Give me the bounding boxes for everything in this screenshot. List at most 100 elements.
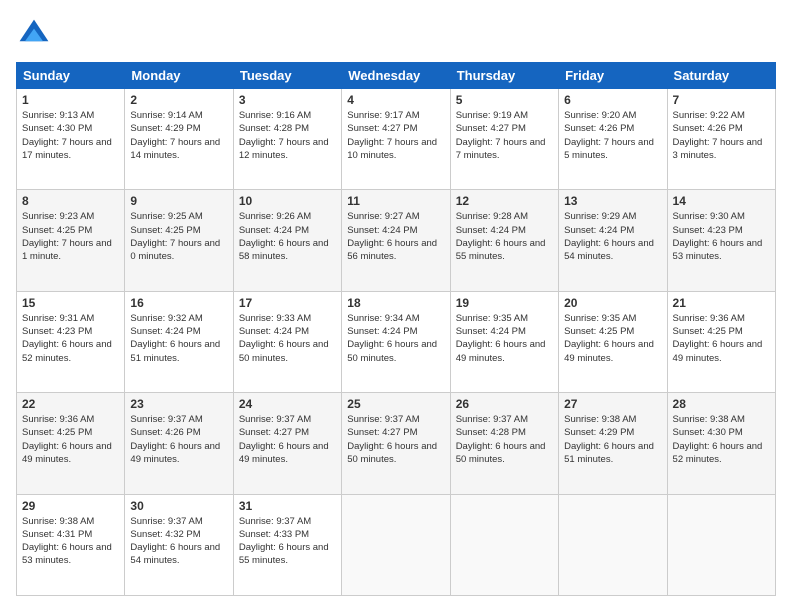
table-row: 24 Sunrise: 9:37 AM Sunset: 4:27 PM Dayl… — [233, 393, 341, 494]
day-info: Sunrise: 9:35 AM Sunset: 4:25 PM Dayligh… — [564, 312, 661, 365]
day-info: Sunrise: 9:27 AM Sunset: 4:24 PM Dayligh… — [347, 210, 444, 263]
table-row: 4 Sunrise: 9:17 AM Sunset: 4:27 PM Dayli… — [342, 89, 450, 190]
day-number: 2 — [130, 93, 227, 107]
day-number: 27 — [564, 397, 661, 411]
day-info: Sunrise: 9:20 AM Sunset: 4:26 PM Dayligh… — [564, 109, 661, 162]
day-number: 9 — [130, 194, 227, 208]
table-row: 19 Sunrise: 9:35 AM Sunset: 4:24 PM Dayl… — [450, 291, 558, 392]
day-info: Sunrise: 9:37 AM Sunset: 4:27 PM Dayligh… — [239, 413, 336, 466]
table-row — [342, 494, 450, 595]
day-info: Sunrise: 9:16 AM Sunset: 4:28 PM Dayligh… — [239, 109, 336, 162]
day-number: 13 — [564, 194, 661, 208]
table-row: 30 Sunrise: 9:37 AM Sunset: 4:32 PM Dayl… — [125, 494, 233, 595]
day-number: 11 — [347, 194, 444, 208]
table-row: 28 Sunrise: 9:38 AM Sunset: 4:30 PM Dayl… — [667, 393, 775, 494]
calendar-header-row: Sunday Monday Tuesday Wednesday Thursday… — [17, 63, 776, 89]
table-row: 10 Sunrise: 9:26 AM Sunset: 4:24 PM Dayl… — [233, 190, 341, 291]
day-info: Sunrise: 9:19 AM Sunset: 4:27 PM Dayligh… — [456, 109, 553, 162]
logo-icon — [16, 16, 52, 52]
day-number: 22 — [22, 397, 119, 411]
table-row: 14 Sunrise: 9:30 AM Sunset: 4:23 PM Dayl… — [667, 190, 775, 291]
table-row: 11 Sunrise: 9:27 AM Sunset: 4:24 PM Dayl… — [342, 190, 450, 291]
day-number: 23 — [130, 397, 227, 411]
logo — [16, 16, 58, 52]
table-row: 7 Sunrise: 9:22 AM Sunset: 4:26 PM Dayli… — [667, 89, 775, 190]
table-row: 17 Sunrise: 9:33 AM Sunset: 4:24 PM Dayl… — [233, 291, 341, 392]
table-row: 13 Sunrise: 9:29 AM Sunset: 4:24 PM Dayl… — [559, 190, 667, 291]
calendar-week-row: 1 Sunrise: 9:13 AM Sunset: 4:30 PM Dayli… — [17, 89, 776, 190]
header-sunday: Sunday — [17, 63, 125, 89]
day-number: 8 — [22, 194, 119, 208]
calendar-week-row: 29 Sunrise: 9:38 AM Sunset: 4:31 PM Dayl… — [17, 494, 776, 595]
day-number: 1 — [22, 93, 119, 107]
day-number: 21 — [673, 296, 770, 310]
day-number: 15 — [22, 296, 119, 310]
table-row: 26 Sunrise: 9:37 AM Sunset: 4:28 PM Dayl… — [450, 393, 558, 494]
header-thursday: Thursday — [450, 63, 558, 89]
table-row: 15 Sunrise: 9:31 AM Sunset: 4:23 PM Dayl… — [17, 291, 125, 392]
calendar-week-row: 8 Sunrise: 9:23 AM Sunset: 4:25 PM Dayli… — [17, 190, 776, 291]
day-info: Sunrise: 9:35 AM Sunset: 4:24 PM Dayligh… — [456, 312, 553, 365]
header-saturday: Saturday — [667, 63, 775, 89]
day-info: Sunrise: 9:26 AM Sunset: 4:24 PM Dayligh… — [239, 210, 336, 263]
day-info: Sunrise: 9:28 AM Sunset: 4:24 PM Dayligh… — [456, 210, 553, 263]
table-row: 1 Sunrise: 9:13 AM Sunset: 4:30 PM Dayli… — [17, 89, 125, 190]
table-row: 31 Sunrise: 9:37 AM Sunset: 4:33 PM Dayl… — [233, 494, 341, 595]
day-info: Sunrise: 9:38 AM Sunset: 4:31 PM Dayligh… — [22, 515, 119, 568]
day-number: 24 — [239, 397, 336, 411]
header-monday: Monday — [125, 63, 233, 89]
day-number: 12 — [456, 194, 553, 208]
table-row — [667, 494, 775, 595]
day-number: 29 — [22, 499, 119, 513]
day-number: 16 — [130, 296, 227, 310]
day-number: 30 — [130, 499, 227, 513]
table-row: 23 Sunrise: 9:37 AM Sunset: 4:26 PM Dayl… — [125, 393, 233, 494]
day-number: 10 — [239, 194, 336, 208]
day-info: Sunrise: 9:23 AM Sunset: 4:25 PM Dayligh… — [22, 210, 119, 263]
day-info: Sunrise: 9:34 AM Sunset: 4:24 PM Dayligh… — [347, 312, 444, 365]
table-row: 12 Sunrise: 9:28 AM Sunset: 4:24 PM Dayl… — [450, 190, 558, 291]
day-info: Sunrise: 9:38 AM Sunset: 4:29 PM Dayligh… — [564, 413, 661, 466]
day-number: 31 — [239, 499, 336, 513]
day-info: Sunrise: 9:36 AM Sunset: 4:25 PM Dayligh… — [673, 312, 770, 365]
day-number: 25 — [347, 397, 444, 411]
day-number: 14 — [673, 194, 770, 208]
day-number: 6 — [564, 93, 661, 107]
table-row: 5 Sunrise: 9:19 AM Sunset: 4:27 PM Dayli… — [450, 89, 558, 190]
day-number: 17 — [239, 296, 336, 310]
day-info: Sunrise: 9:14 AM Sunset: 4:29 PM Dayligh… — [130, 109, 227, 162]
table-row: 25 Sunrise: 9:37 AM Sunset: 4:27 PM Dayl… — [342, 393, 450, 494]
header — [16, 16, 776, 52]
table-row: 29 Sunrise: 9:38 AM Sunset: 4:31 PM Dayl… — [17, 494, 125, 595]
day-info: Sunrise: 9:22 AM Sunset: 4:26 PM Dayligh… — [673, 109, 770, 162]
day-info: Sunrise: 9:32 AM Sunset: 4:24 PM Dayligh… — [130, 312, 227, 365]
day-info: Sunrise: 9:30 AM Sunset: 4:23 PM Dayligh… — [673, 210, 770, 263]
table-row — [450, 494, 558, 595]
day-info: Sunrise: 9:38 AM Sunset: 4:30 PM Dayligh… — [673, 413, 770, 466]
day-info: Sunrise: 9:37 AM Sunset: 4:27 PM Dayligh… — [347, 413, 444, 466]
day-info: Sunrise: 9:13 AM Sunset: 4:30 PM Dayligh… — [22, 109, 119, 162]
day-info: Sunrise: 9:29 AM Sunset: 4:24 PM Dayligh… — [564, 210, 661, 263]
table-row: 9 Sunrise: 9:25 AM Sunset: 4:25 PM Dayli… — [125, 190, 233, 291]
day-number: 20 — [564, 296, 661, 310]
day-info: Sunrise: 9:33 AM Sunset: 4:24 PM Dayligh… — [239, 312, 336, 365]
table-row: 18 Sunrise: 9:34 AM Sunset: 4:24 PM Dayl… — [342, 291, 450, 392]
header-friday: Friday — [559, 63, 667, 89]
page: Sunday Monday Tuesday Wednesday Thursday… — [0, 0, 792, 612]
table-row — [559, 494, 667, 595]
table-row: 6 Sunrise: 9:20 AM Sunset: 4:26 PM Dayli… — [559, 89, 667, 190]
header-wednesday: Wednesday — [342, 63, 450, 89]
day-info: Sunrise: 9:36 AM Sunset: 4:25 PM Dayligh… — [22, 413, 119, 466]
table-row: 20 Sunrise: 9:35 AM Sunset: 4:25 PM Dayl… — [559, 291, 667, 392]
day-info: Sunrise: 9:17 AM Sunset: 4:27 PM Dayligh… — [347, 109, 444, 162]
day-info: Sunrise: 9:37 AM Sunset: 4:28 PM Dayligh… — [456, 413, 553, 466]
calendar-week-row: 22 Sunrise: 9:36 AM Sunset: 4:25 PM Dayl… — [17, 393, 776, 494]
calendar-table: Sunday Monday Tuesday Wednesday Thursday… — [16, 62, 776, 596]
table-row: 21 Sunrise: 9:36 AM Sunset: 4:25 PM Dayl… — [667, 291, 775, 392]
day-number: 4 — [347, 93, 444, 107]
table-row: 3 Sunrise: 9:16 AM Sunset: 4:28 PM Dayli… — [233, 89, 341, 190]
day-info: Sunrise: 9:25 AM Sunset: 4:25 PM Dayligh… — [130, 210, 227, 263]
day-info: Sunrise: 9:37 AM Sunset: 4:33 PM Dayligh… — [239, 515, 336, 568]
day-info: Sunrise: 9:31 AM Sunset: 4:23 PM Dayligh… — [22, 312, 119, 365]
header-tuesday: Tuesday — [233, 63, 341, 89]
